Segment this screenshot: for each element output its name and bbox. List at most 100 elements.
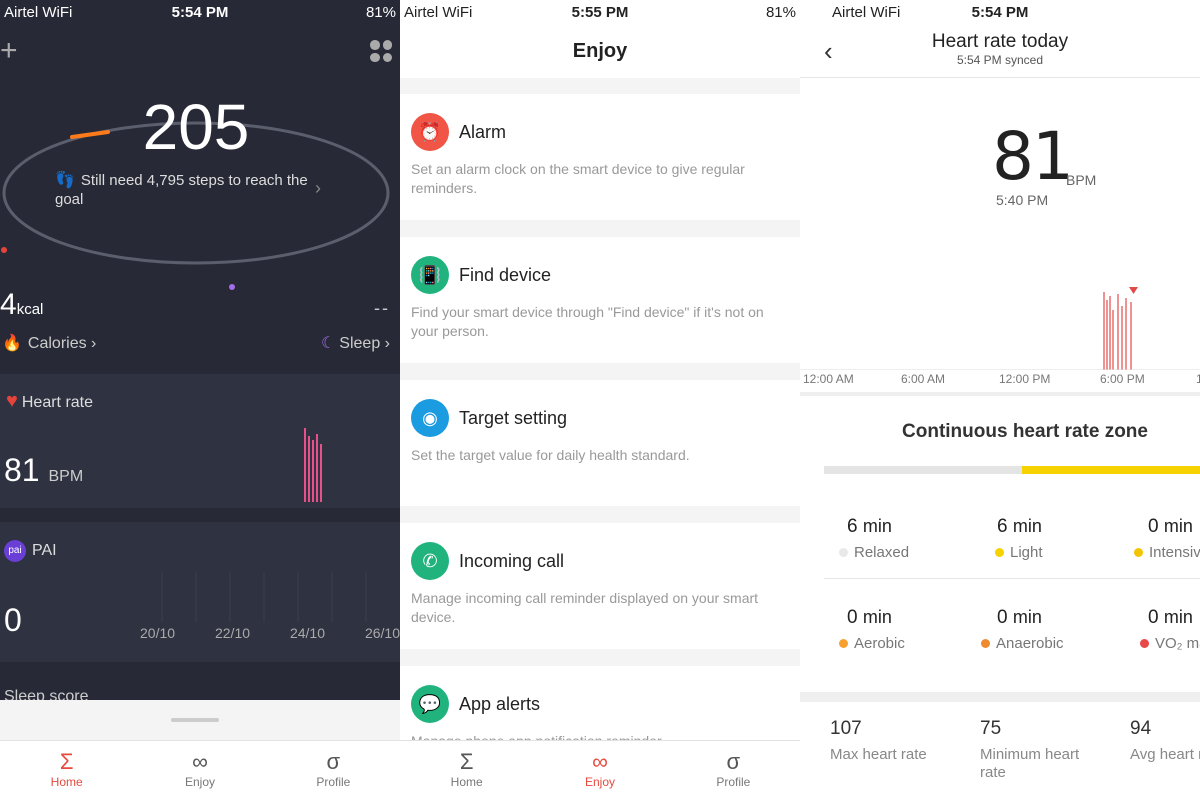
zone-dot (995, 548, 1004, 557)
heart-rate-header: ‹ Heart rate today 5:54 PM synced (800, 26, 1200, 76)
zone-unit: min (862, 607, 892, 627)
battery-level: 81% (365, 4, 396, 21)
tab-profile[interactable]: σ Profile (667, 741, 800, 800)
page-title: Enjoy (572, 40, 628, 62)
item-title: Incoming call (459, 551, 565, 571)
zone-distribution-bar (824, 466, 1200, 474)
heart-rate-label: Heart rate (21, 394, 94, 411)
calories-value: 4kcal (0, 288, 43, 322)
profile-icon: σ (726, 749, 741, 774)
sleep-value: -- (374, 298, 390, 318)
clock: 5:54 PM (971, 4, 1029, 21)
pai-label: PAI (32, 542, 57, 560)
zone-dot (1140, 639, 1149, 648)
kcal-unit: kcal (16, 301, 44, 318)
stat-value: 94 (1130, 718, 1152, 739)
stat-min-heart-rate: 75 Minimum heart rate (980, 718, 1080, 782)
profile-icon: σ (326, 749, 341, 774)
pai-date-axis: 20/10 22/10 24/10 26/10 (140, 625, 400, 641)
footprints-icon: 👣 (55, 172, 75, 189)
zone-name: Relaxed (854, 544, 910, 561)
chevron-right-icon: › (315, 178, 321, 198)
bottom-sheet[interactable] (0, 700, 400, 742)
list-item-alarm[interactable]: ⏰ Alarm Set an alarm clock on the smart … (400, 94, 800, 220)
zone-dot (1134, 548, 1143, 557)
light-segment (1022, 466, 1200, 474)
home-screen: Airtel WiFi 5:54 PM 81% + 205 👣 Still nee… (0, 0, 400, 800)
item-description: Find your smart device through "Find dev… (411, 304, 764, 339)
tab-enjoy[interactable]: ∞ Enjoy (133, 741, 266, 800)
tab-enjoy[interactable]: ∞ Enjoy (533, 741, 666, 800)
enjoy-icon: ∞ (192, 749, 208, 774)
zone-intensive: 0 min Intensive (1134, 516, 1200, 561)
heart-rate-card[interactable]: ♥ Heart rate 81 BPM (0, 374, 400, 508)
zone-aerobic: 0 min Aerobic (839, 607, 987, 652)
list-item-target-setting[interactable]: ◉ Target setting Set the target value fo… (400, 380, 800, 506)
tab-label: Enjoy (584, 775, 615, 789)
zone-name: Light (1010, 544, 1043, 561)
stat-label: Avg heart rate (1130, 746, 1200, 763)
pai-date: 26/10 (364, 625, 400, 641)
tab-profile[interactable]: σ Profile (267, 741, 400, 800)
status-bar: Airtel WiFi 5:54 PM 81% (0, 0, 400, 26)
divider (800, 392, 1200, 396)
item-description: Manage incoming call reminder displayed … (411, 590, 759, 625)
pai-date: 20/10 (140, 625, 176, 641)
calories-label: Calories (27, 335, 87, 352)
battery-level: 81% (765, 4, 796, 21)
axis-tick: 6:00 AM (901, 372, 946, 386)
calories-link[interactable]: 🔥 Calories › (2, 333, 96, 353)
axis-tick: 1 (1196, 372, 1200, 386)
zone-relaxed: 6 min Relaxed (839, 516, 987, 561)
heart-rate-day-chart (800, 287, 1200, 370)
item-title: Find device (459, 265, 552, 285)
list-item-find-device[interactable]: 📳 Find device Find your smart device thr… (400, 237, 800, 363)
zone-unit: min (1012, 607, 1042, 627)
stat-max-heart-rate: 107 Max heart rate (830, 718, 970, 764)
axis-tick: 6:00 PM (1100, 372, 1145, 386)
zone-name: VO₂ max (1155, 635, 1200, 652)
add-icon[interactable]: + (0, 34, 18, 68)
tab-home[interactable]: Σ Home (400, 741, 533, 800)
zone-dot (981, 639, 990, 648)
zone-minutes: 6 (997, 516, 1008, 537)
zone-minutes: 0 (1148, 607, 1159, 628)
zone-dot (839, 548, 848, 557)
enjoy-header: Enjoy (400, 26, 800, 78)
enjoy-icon: ∞ (592, 749, 608, 774)
steps-count: 205 (142, 91, 250, 163)
alarm-clock-icon: ⏰ (411, 113, 449, 151)
pai-badge-icon: pai (4, 540, 26, 562)
zone-light: 6 min Light (995, 516, 1137, 561)
zone-unit: min (1163, 516, 1193, 536)
list-item-app-alerts[interactable]: 💬 App alerts Manage phone app notificati… (400, 666, 800, 746)
pai-date: 22/10 (214, 625, 251, 641)
current-heart-rate: 81 (992, 118, 1074, 195)
list-item-incoming-call[interactable]: ✆ Incoming call Manage incoming call rem… (400, 523, 800, 649)
heart-rate-number: 81 (4, 452, 40, 488)
item-title: App alerts (459, 694, 541, 714)
pai-chart-grid (161, 572, 367, 622)
tab-label: Enjoy (184, 775, 215, 789)
steps-goal-link[interactable]: 👣 Still need 4,795 steps to reach the goa… (55, 171, 315, 209)
zone-minutes: 0 (847, 607, 858, 628)
phone-call-icon: ✆ (411, 542, 449, 580)
zone-minutes: 0 (1148, 516, 1159, 537)
zone-name: Anaerobic (996, 635, 1064, 652)
item-title: Target setting (459, 408, 568, 428)
heart-rate-unit: BPM (1066, 172, 1097, 188)
sheet-handle[interactable] (171, 718, 219, 722)
zone-minutes: 6 (847, 516, 858, 537)
relaxed-segment (824, 466, 1022, 474)
pai-card[interactable]: pai PAI 0 20/10 22/10 24/10 26/10 (0, 522, 400, 662)
sigma-icon: Σ (59, 749, 74, 774)
apps-grid-icon[interactable] (370, 40, 392, 62)
goal-text: Still need 4,795 steps to reach the goal (55, 172, 308, 208)
enjoy-screen: Airtel WiFi 5:55 PM 81% Enjoy ⏰ Alarm Se… (400, 0, 800, 800)
back-chevron-icon[interactable]: ‹ (824, 36, 833, 67)
heart-rate-unit: BPM (48, 468, 84, 485)
sleep-link[interactable]: ☾ Sleep › (321, 333, 390, 353)
zone-anaerobic: 0 min Anaerobic (981, 607, 1137, 652)
tab-bar: Σ Home ∞ Enjoy σ Profile (0, 740, 400, 800)
tab-home[interactable]: Σ Home (0, 741, 133, 800)
